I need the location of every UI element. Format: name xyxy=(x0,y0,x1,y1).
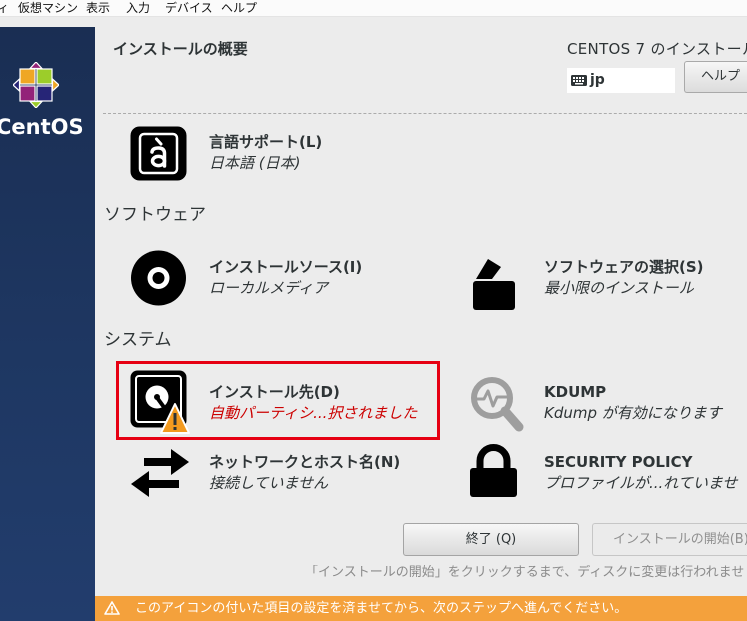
header-divider xyxy=(103,113,747,114)
language-icon xyxy=(130,126,187,181)
keyboard-icon xyxy=(571,75,587,86)
vm-menu-devices[interactable]: デバイス xyxy=(165,0,213,16)
vm-menu-machine[interactable]: 仮想マシン xyxy=(18,0,78,16)
warning-message: このアイコンの付いた項目の設定を済ませてから、次のステップへ進んでください。 xyxy=(135,601,628,616)
spoke-status: 最小限のインストール xyxy=(544,279,694,297)
warning-icon xyxy=(104,601,120,615)
spoke-title: ソフトウェアの選択(S) xyxy=(544,258,704,276)
centos-logo-icon xyxy=(13,62,59,108)
begin-installation-button[interactable]: インストールの開始(B) xyxy=(592,523,747,556)
spoke-status: ローカルメディア xyxy=(209,279,328,297)
installation-summary-hub: インストールの概要 CENTOS 7 のインストール jp ヘルプ 言語サポート… xyxy=(95,17,747,621)
spoke-title: 言語サポート(L) xyxy=(209,133,323,151)
spoke-security-policy[interactable]: SECURITY POLICY プロファイルが...れていませ xyxy=(465,440,747,506)
spoke-title: ネットワークとホスト名(N) xyxy=(209,453,401,471)
network-arrows-icon xyxy=(131,449,189,497)
magnifier-pulse-icon xyxy=(471,377,524,432)
vm-menu-bar: ィ 仮想マシン 表示 入力 デバイス ヘルプ xyxy=(0,0,747,17)
keyboard-layout-indicator[interactable]: jp xyxy=(567,68,675,93)
spoke-network-hostname[interactable]: ネットワークとホスト名(N) 接続していません xyxy=(125,440,445,506)
vm-menu-help[interactable]: ヘルプ xyxy=(221,0,257,16)
vm-menu-file[interactable]: ィ xyxy=(0,0,12,16)
hard-disk-icon xyxy=(130,370,190,434)
spoke-status: 接続していません xyxy=(209,474,329,492)
spoke-software-selection[interactable]: ソフトウェアの選択(S) 最小限のインストール xyxy=(465,245,747,311)
page-title: インストールの概要 xyxy=(113,40,248,58)
spoke-title: インストール先(D) xyxy=(209,383,340,401)
spoke-status: Kdump が有効になります xyxy=(544,404,722,422)
quit-button[interactable]: 終了 (Q) xyxy=(403,523,579,556)
category-software: ソフトウェア xyxy=(104,205,206,225)
package-icon xyxy=(473,259,515,310)
keyboard-layout-value: jp xyxy=(590,72,605,88)
spoke-language-support[interactable]: 言語サポート(L) 日本語 (日本) xyxy=(125,120,445,186)
spoke-title: SECURITY POLICY xyxy=(544,453,693,471)
warning-bar: このアイコンの付いた項目の設定を済ませてから、次のステップへ進んでください。 xyxy=(95,596,747,621)
spoke-status-warning: 自動パーティシ...択されました xyxy=(209,404,418,422)
spoke-status: プロファイルが...れていませ xyxy=(544,474,738,492)
optical-disc-icon xyxy=(131,250,186,306)
spoke-kdump[interactable]: KDUMP Kdump が有効になります xyxy=(465,370,747,436)
vm-menu-view[interactable]: 表示 xyxy=(86,0,110,16)
category-system: システム xyxy=(104,330,172,350)
disk-change-note: 「インストールの開始」をクリックするまで、ディスクに変更は行われませ xyxy=(305,565,745,580)
spoke-status: 日本語 (日本) xyxy=(209,154,301,172)
sidebar: CentOS xyxy=(0,27,95,621)
spoke-title: インストールソース(I) xyxy=(209,258,363,276)
vm-menu-input[interactable]: 入力 xyxy=(126,0,150,16)
centos-brand-text: CentOS xyxy=(0,115,84,139)
spoke-installation-destination[interactable]: インストール先(D) 自動パーティシ...択されました xyxy=(125,370,445,436)
spoke-installation-source[interactable]: インストールソース(I) ローカルメディア xyxy=(125,245,445,311)
spoke-title: KDUMP xyxy=(544,383,607,401)
help-button[interactable]: ヘルプ xyxy=(684,61,747,93)
padlock-icon xyxy=(470,444,517,497)
product-title: CENTOS 7 のインストール xyxy=(567,40,747,58)
